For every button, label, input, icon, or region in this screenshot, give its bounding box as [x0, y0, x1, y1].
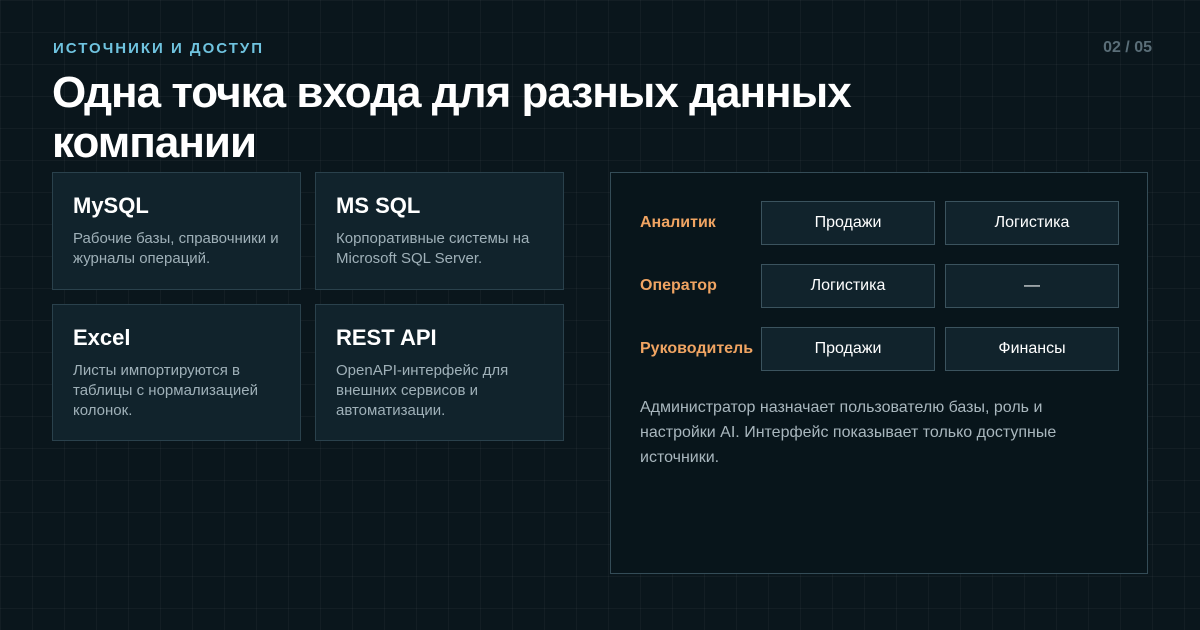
source-card-title: MS SQL	[336, 193, 421, 218]
source-card-title: MySQL	[73, 193, 149, 218]
source-card-mysql: MySQL Рабочие базы, справочники и журнал…	[52, 172, 301, 290]
source-card-desc: Рабочие базы, справочники и журналы опер…	[73, 230, 279, 267]
role-label: Оператор	[640, 277, 717, 294]
source-card-title: Excel	[73, 325, 131, 350]
scope-chip: Продажи	[761, 327, 935, 371]
source-card-title: REST API	[336, 325, 437, 350]
page-counter: 02 / 05	[1103, 39, 1152, 56]
source-card-desc: Корпоративные системы на Microsoft SQL S…	[336, 230, 530, 267]
role-label: Руководитель	[640, 340, 754, 357]
access-note: Администратор назначает пользователю баз…	[640, 399, 1057, 466]
scope-chip: —	[945, 264, 1119, 308]
page-title: Одна точка входа для разных данных компа…	[52, 68, 852, 167]
eyebrow: ИСТОЧНИКИ И ДОСТУП	[53, 40, 264, 57]
scope-chip: Логистика	[945, 201, 1119, 245]
source-card-rest-api: REST API OpenAPI-интерфейс для внешних с…	[315, 304, 564, 441]
scope-chip: Логистика	[761, 264, 935, 308]
scope-chip: Финансы	[945, 327, 1119, 371]
source-card-excel: Excel Листы импортируются в таблицы с но…	[52, 304, 301, 441]
source-card-desc: Листы импортируются в таблицы с нормализ…	[73, 362, 258, 419]
scope-chip: Продажи	[761, 201, 935, 245]
access-panel: Аналитик Продажи Логистика Оператор Логи…	[610, 172, 1148, 574]
source-card-mssql: MS SQL Корпоративные системы на Microsof…	[315, 172, 564, 290]
role-row-analyst: Аналитик Продажи Логистика	[611, 201, 1147, 245]
role-row-operator: Оператор Логистика —	[611, 264, 1147, 308]
role-label: Аналитик	[640, 214, 716, 231]
role-row-manager: Руководитель Продажи Финансы	[611, 327, 1147, 371]
source-card-desc: OpenAPI-интерфейс для внешних сервисов и…	[336, 362, 509, 419]
